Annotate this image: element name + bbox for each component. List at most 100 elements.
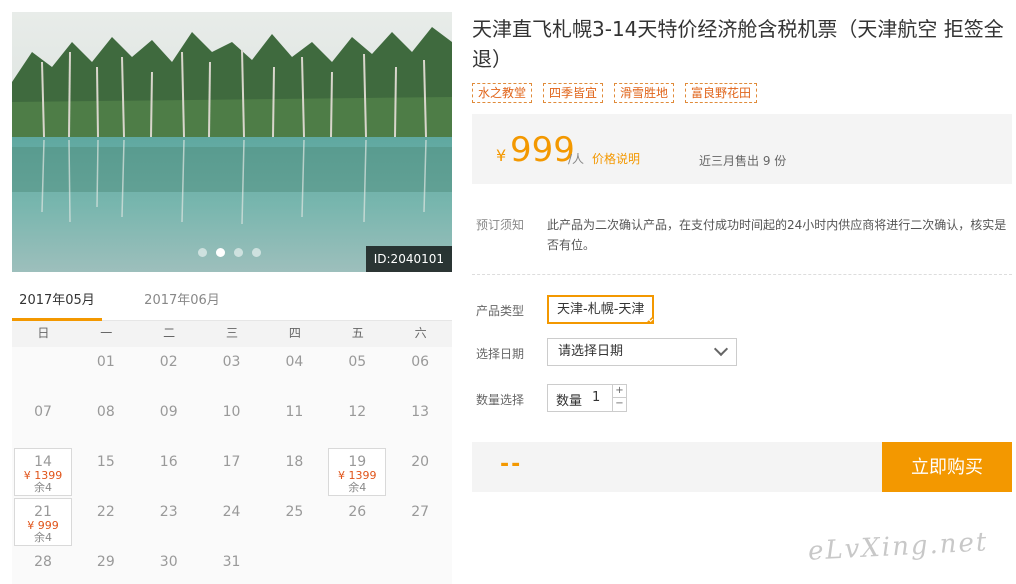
calendar-day-number: 26 [348, 504, 367, 520]
calendar-day-number: 21 [34, 504, 52, 520]
calendar-day-number: 03 [222, 354, 241, 370]
carousel-dot-active[interactable] [216, 248, 225, 257]
tab-month-may[interactable]: 2017年05月 [12, 288, 102, 321]
calendar-day: 12 [326, 397, 388, 447]
product-photo[interactable]: ID:2040101 [12, 12, 452, 272]
calendar-day-remaining: 余4 [34, 531, 52, 544]
chevron-down-icon [713, 341, 729, 357]
calendar-day-remaining: 余4 [348, 481, 367, 494]
price-box: ¥ 999 /人 价格说明 近三月售出 9 份 [472, 114, 1012, 184]
buy-now-button[interactable]: 立即购买 [882, 442, 1012, 492]
product-type-label: 产品类型 [476, 304, 525, 318]
purchase-bar: -- 立即购买 [472, 442, 1012, 492]
calendar-day-available[interactable]: 19 ¥ 1399 余4 [328, 448, 387, 496]
calendar-day-number: 27 [411, 504, 430, 520]
calendar-day-remaining: 余4 [34, 481, 52, 494]
product-tag[interactable]: 四季皆宜 [543, 83, 604, 103]
date-label: 选择日期 [476, 347, 525, 361]
quantity-decrease-button[interactable]: − [612, 398, 626, 411]
calendar-day-number: 31 [222, 554, 241, 570]
product-tag[interactable]: 水之教堂 [472, 83, 533, 103]
carousel-dot[interactable] [234, 248, 243, 257]
calendar-day: 20 [389, 447, 451, 497]
calendar-day-number: 04 [285, 354, 304, 370]
calendar-day-number: 08 [96, 404, 115, 420]
calendar-day: 10 [201, 397, 263, 447]
calendar-day: 27 [389, 497, 451, 547]
quantity-increase-button[interactable]: + [612, 385, 626, 398]
calendar-day-number: 19 [348, 454, 367, 470]
calendar-day-number: 09 [159, 404, 178, 420]
calendar-day: 25 [263, 497, 325, 547]
divider [472, 274, 1012, 275]
selected-check-icon [645, 315, 655, 324]
quantity-field-label: 数量 [556, 394, 583, 409]
calendar-day-number: 06 [411, 354, 430, 370]
calendar-day-number: 15 [96, 454, 115, 470]
calendar-day: 08 [75, 397, 137, 447]
calendar-day-number: 01 [96, 354, 115, 370]
carousel-dot[interactable] [198, 248, 207, 257]
calendar-day-number: 24 [222, 504, 241, 520]
calendar-day: 23 [138, 497, 200, 547]
calendar-day-number: 02 [159, 354, 178, 370]
calendar-day: 28 [12, 547, 74, 584]
photo-id-badge: ID:2040101 [365, 246, 452, 272]
calendar-day-number: 30 [159, 554, 178, 570]
calendar-day-number: 12 [348, 404, 367, 420]
product-tag[interactable]: 富良野花田 [685, 83, 758, 103]
tab-month-june[interactable]: 2017年06月 [132, 288, 232, 321]
calendar-day: 07 [12, 397, 74, 447]
total-price: -- [500, 452, 523, 477]
calendar-day-number: 05 [348, 354, 367, 370]
price-explain-link[interactable]: 价格说明 [592, 150, 640, 167]
calendar-day: 31 [201, 547, 263, 584]
weekday-label: 五 [351, 326, 364, 340]
lake-forest-image [12, 12, 452, 272]
calendar-day: 18 [263, 447, 325, 497]
calendar-day-number: 17 [222, 454, 241, 470]
product-type-option[interactable]: 天津-札幌-天津 [547, 295, 655, 324]
price-amount: 999 [510, 130, 575, 170]
product-type-value: 天津-札幌-天津 [557, 302, 645, 317]
calendar-day-number: 20 [411, 454, 430, 470]
weekday-label: 四 [288, 326, 301, 340]
calendar-day: 03 [201, 347, 263, 397]
calendar-day: 24 [201, 497, 263, 547]
calendar-day-number: 29 [96, 554, 115, 570]
date-select[interactable]: 请选择日期 [547, 338, 737, 366]
calendar-weekday-header: 日 一 二 三 四 五 六 [12, 321, 452, 347]
calendar-day: 01 [75, 347, 137, 397]
calendar-day: 29 [75, 547, 137, 584]
calendar-day: 30 [138, 547, 200, 584]
sold-count: 近三月售出 9 份 [699, 154, 787, 168]
calendar-day: 06 [389, 347, 451, 397]
weekday-label: 日 [37, 326, 50, 340]
calendar-day-number: 13 [411, 404, 430, 420]
calendar-month-tabs: 2017年05月 2017年06月 [12, 288, 452, 321]
calendar-day-number: 14 [34, 454, 52, 470]
notice-text: 此产品为二次确认产品，在支付成功时间起的24小时内供应商将进行二次确认，核实是否… [547, 218, 1007, 252]
carousel-dots [198, 248, 261, 257]
product-tags: 水之教堂 四季皆宜 滑雪胜地 富良野花田 [472, 83, 758, 103]
calendar-day-number: 23 [159, 504, 178, 520]
watermark-logo: eLvXing.net [807, 527, 990, 567]
quantity-stepper[interactable]: 数量 1 + − [547, 384, 627, 412]
date-select-value: 请选择日期 [558, 344, 624, 359]
price-unit: /人 [568, 152, 585, 166]
quantity-label: 数量选择 [476, 393, 525, 407]
calendar-day-available[interactable]: 21 ¥ 999 余4 [14, 498, 72, 546]
calendar-day-number: 16 [159, 454, 178, 470]
calendar-day-number: 28 [34, 554, 52, 570]
calendar-day-number: 11 [285, 404, 304, 420]
carousel-dot[interactable] [252, 248, 261, 257]
calendar-day: 16 [138, 447, 200, 497]
calendar-day: 11 [263, 397, 325, 447]
calendar-day-number: 18 [285, 454, 304, 470]
calendar-day-available[interactable]: 14 ¥ 1399 余4 [14, 448, 72, 496]
calendar-day-number: 22 [96, 504, 115, 520]
product-tag[interactable]: 滑雪胜地 [614, 83, 675, 103]
weekday-label: 三 [226, 326, 239, 340]
currency-symbol: ¥ [496, 146, 507, 165]
quantity-value[interactable]: 1 [592, 390, 600, 405]
